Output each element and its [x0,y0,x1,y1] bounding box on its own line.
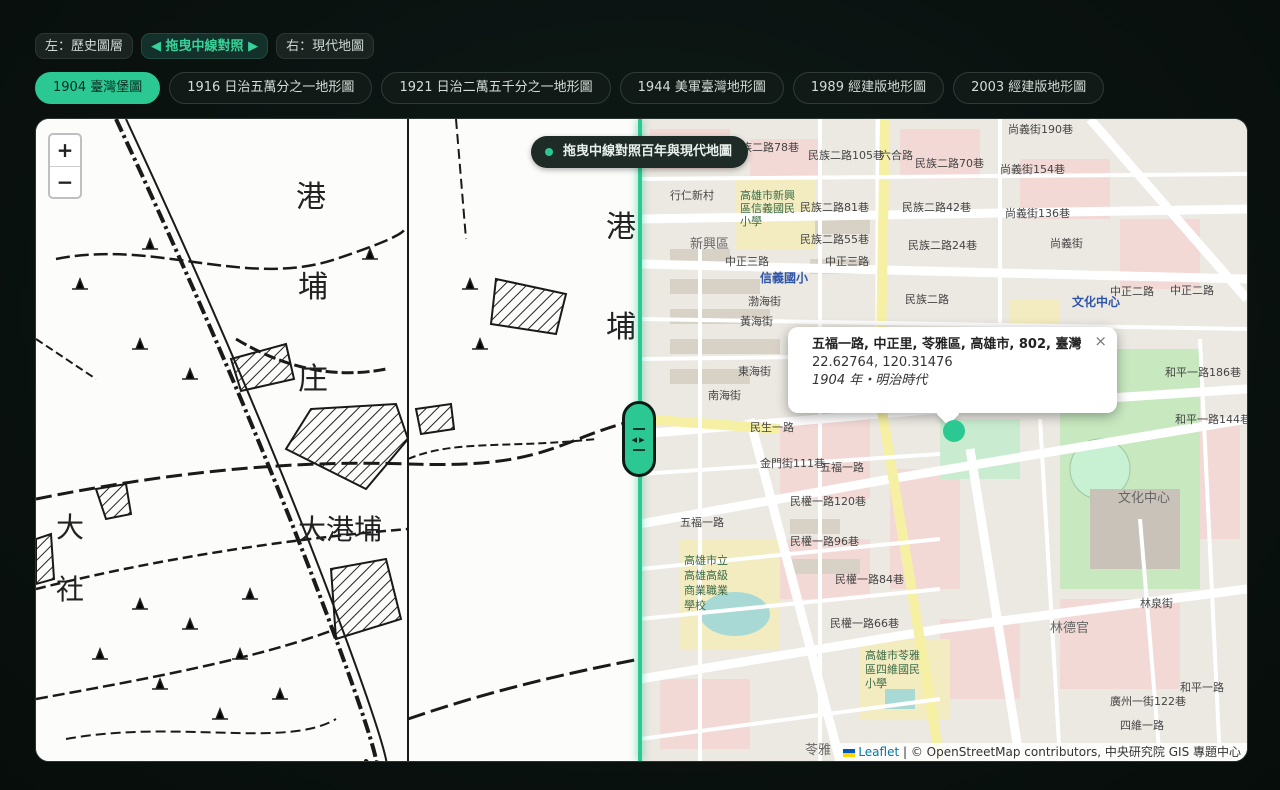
map-label: 林泉街 [1140,597,1173,610]
attribution-text: | © OpenStreetMap contributors, 中央研究院 GI… [899,745,1241,759]
map-label: 苓雅 [805,743,832,758]
historical-map-layer[interactable]: 港 埔 庄 大港埔 大 社 港 埔 [36,119,641,761]
map-label: 五福一路 [820,461,864,474]
map-label: 和平一路186巷 [1165,366,1241,379]
popup-era: 1904 年・明治時代 [812,373,928,388]
hist-label-f: 社 [56,573,84,606]
ukraine-flag-icon [843,748,856,757]
popup-coordinates: 22.62764, 120.31476 [812,355,953,370]
tab-2003[interactable]: 2003 經建版地形圖 [953,72,1105,104]
handle-grip-top [633,427,645,430]
map-label: 林德官 [1050,621,1090,636]
map-label: 民族二路55巷 [800,233,869,246]
popup-address: 五福一路, 中正里, 苓雅區, 高雄市, 802, 臺灣 [812,337,1082,352]
map-label: 民族二路81巷 [800,201,869,214]
map-label: 四維一路 [1120,719,1164,732]
tab-1921[interactable]: 1921 日治二萬五千分之一地形圖 [381,72,611,104]
map-viewport[interactable]: 港 埔 庄 大港埔 大 社 港 埔 民族二路78巷 民族二路105巷 六合路 民… [35,118,1248,762]
map-label: 新興區 [690,237,730,252]
hist-label-c: 庄 [298,362,328,397]
map-label: 民族二路105巷 [808,149,884,162]
drag-divider-label: ◀ 拖曳中線對照 ▶ [141,33,269,59]
hist-label-b: 埔 [298,270,328,305]
map-label: 文化中心 [1118,491,1171,506]
map-label: 民權一路84巷 [835,573,904,586]
map-label: 五福一路 [680,516,724,529]
map-label: 尚義街 [1050,237,1083,250]
tab-1904[interactable]: 1904 臺灣堡圖 [35,72,161,104]
hist-label-g: 港 [606,210,636,245]
compare-hint-text: 拖曳中線對照百年與現代地圖 [563,144,733,159]
modern-map-layer[interactable]: 民族二路78巷 民族二路105巷 六合路 民族二路70巷 尚義街190巷 行仁新… [639,119,1248,761]
map-label: 渤海街 [748,295,781,308]
popup-close-button[interactable]: × [1094,332,1107,350]
map-label: 高雄市立高雄高級商業職業學校 [684,554,728,612]
drag-arrows-icon: ◂▸ [631,432,647,446]
hist-label-e: 大 [56,511,84,544]
compare-drag-handle[interactable]: ◂▸ [622,401,656,477]
hist-label-h: 埔 [606,310,636,345]
map-label: 和平一路144巷 [1175,413,1248,426]
map-label: 中正三路 [725,255,769,268]
map-label: 中正三路 [825,255,869,268]
map-label: 民權一路96巷 [790,535,859,548]
map-label: 行仁新村 [670,189,714,202]
map-label: 民族二路70巷 [915,157,984,170]
map-label: 南海街 [708,389,741,402]
handle-grip-bottom [633,448,645,451]
map-label: 民生一路 [750,421,794,434]
map-label: 和平一路 [1180,681,1224,694]
hist-label-a: 港 [296,180,326,215]
map-label: 尚義街136巷 [1005,207,1070,220]
map-label: 金門街111巷 [760,457,825,470]
leaflet-link[interactable]: Leaflet [858,745,899,759]
map-label: 信義國小 [760,271,809,285]
map-label: 中正二路 [1110,285,1154,298]
map-label: 民族二路 [905,293,949,306]
zoom-out-button[interactable]: − [50,167,80,197]
tab-1944[interactable]: 1944 美軍臺灣地形圖 [619,72,784,104]
map-label: 廣州一街122巷 [1110,695,1186,708]
historical-map-drawing: 港 埔 庄 大港埔 大 社 港 埔 [36,119,641,761]
map-label: 民權一路120巷 [790,495,866,508]
compare-hint-badge: 拖曳中線對照百年與現代地圖 [531,136,749,168]
map-label: 民權一路66巷 [830,617,899,630]
right-layer-label: 右：現代地圖 [276,33,375,59]
mode-legend: 左：歷史圖層 ◀ 拖曳中線對照 ▶ 右：現代地圖 [35,33,375,59]
map-label: 黃海街 [740,315,773,328]
map-label: 民族二路42巷 [902,201,971,214]
map-label: 中正二路 [1170,284,1214,297]
map-label: 高雄市新興區信義國民小學 [740,189,795,228]
map-label: 尚義街154巷 [1000,163,1065,176]
status-dot-icon [545,148,553,156]
year-tabs: 1904 臺灣堡圖 1916 日治五萬分之一地形圖 1921 日治二萬五千分之一… [35,72,1105,104]
location-popup: × 五福一路, 中正里, 苓雅區, 高雄市, 802, 臺灣 22.62764,… [788,327,1117,426]
modern-map-drawing [639,119,1247,761]
tab-1989[interactable]: 1989 經建版地形圖 [792,72,945,104]
zoom-control: + − [48,133,82,199]
map-label: 東海街 [738,365,771,378]
hist-label-d: 大港埔 [298,513,382,546]
tab-1916[interactable]: 1916 日治五萬分之一地形圖 [169,72,373,104]
location-marker-icon[interactable] [943,420,965,442]
map-label: 高雄市苓雅區四維國民小學 [865,649,920,690]
map-label: 六合路 [880,149,913,162]
zoom-in-button[interactable]: + [50,135,80,167]
map-attribution: Leaflet | © OpenStreetMap contributors, … [837,743,1247,761]
map-label: 民族二路24巷 [908,239,977,252]
map-label: 尚義街190巷 [1008,123,1073,136]
left-layer-label: 左：歷史圖層 [35,33,134,59]
